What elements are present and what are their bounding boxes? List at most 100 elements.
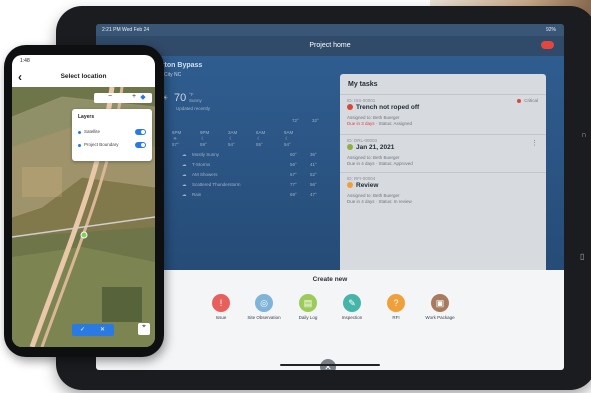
phone-title: Select location: [60, 73, 107, 80]
binoculars-icon: ◎: [255, 294, 273, 312]
satellite-map[interactable]: − + ◆ Layers Satellite Project Boundary …: [12, 86, 155, 347]
task-assignee: Assigned to: Beth Buerger: [347, 193, 400, 198]
create-work-package-button[interactable]: ▣ Work Package: [415, 294, 465, 320]
create-daily-log-button[interactable]: ▤ Daily Log: [283, 294, 333, 320]
back-icon[interactable]: ‹: [18, 67, 22, 87]
phone-status-time: 1:48: [20, 58, 30, 64]
headphone-icon: ∩: [581, 130, 587, 139]
home-indicator: [280, 364, 380, 366]
cloud-icon: ☁: [182, 182, 187, 187]
critical-badge: Critical: [517, 98, 538, 103]
forecast-label: Mostly Sunny: [192, 152, 220, 157]
temp-unit: °F: [189, 92, 194, 97]
forecast-lo: 52°: [310, 172, 317, 177]
battery-level: 92%: [545, 27, 556, 33]
project-boundary-toggle[interactable]: [135, 142, 146, 148]
task-title: Jan 21, 2021: [347, 144, 394, 151]
issue-icon: !: [212, 294, 230, 312]
option-label: Inspection: [341, 315, 363, 320]
status-time: 2:21 PM Wed Feb 24: [102, 27, 150, 33]
option-label: RFI: [392, 315, 400, 320]
cloud-icon: ☁: [182, 192, 187, 197]
tablet-status-bar: 2:21 PM Wed Feb 24 92%: [96, 24, 564, 36]
notification-badge[interactable]: [541, 41, 554, 49]
forecast-lo: 41°: [310, 162, 317, 167]
tablet-screen: 2:21 PM Wed Feb 24 92% Project home Exto…: [96, 24, 564, 370]
hi-temp: 72°: [292, 118, 299, 123]
lo-temp: 32°: [312, 118, 319, 123]
forecast-label: Rain: [192, 192, 202, 197]
app-header: Project home: [96, 36, 564, 56]
hour-label: 6PM: [172, 130, 182, 135]
layers-toggle-icon[interactable]: ◆: [136, 93, 150, 103]
more-options-icon[interactable]: ⋮: [531, 139, 538, 147]
forecast-lo: 36°: [310, 152, 317, 157]
create-rfi-button[interactable]: ? RFI: [371, 294, 421, 320]
task-assignee: Assigned to: Beth Buerger: [347, 115, 400, 120]
hour-temp: 59°: [200, 142, 207, 147]
weather-condition: Sunny: [189, 98, 202, 103]
hour-label: 9PM: [200, 130, 210, 135]
layers-title: Layers: [78, 114, 95, 120]
layer-row: Project Boundary: [78, 142, 119, 147]
inspection-icon: ✎: [343, 294, 361, 312]
forecast-label: Scattered Thunderstorm: [192, 182, 241, 187]
forecast-hi: 56°: [290, 162, 297, 167]
phone-header: ‹ Select location: [12, 67, 155, 87]
rfi-status-icon: [347, 182, 353, 188]
forecast-label: T-Storms: [192, 162, 211, 167]
satellite-toggle[interactable]: [135, 129, 146, 135]
task-due: Due in 4 days · Status: In review: [347, 199, 412, 204]
hour-label: 6AM: [256, 130, 266, 135]
task-title: Review: [347, 182, 378, 189]
forecast-lo: 56°: [310, 182, 317, 187]
weather-updated: Updated recently: [176, 106, 211, 111]
hour-temp: 54°: [228, 142, 235, 147]
task-id: ID: ISS-00001: [347, 98, 376, 103]
task-card[interactable]: ID: RFI-00004 Review Assigned to: Beth B…: [340, 172, 546, 213]
task-card[interactable]: ID: DRL-00003 Jan 21, 2021 Assigned to: …: [340, 134, 546, 173]
cloud-icon: ☁: [182, 172, 187, 177]
map-action-buttons: ✓ ✕: [72, 324, 114, 336]
forecast-hi: 60°: [290, 152, 297, 157]
hour-temp: 57°: [172, 142, 179, 147]
task-id: ID: RFI-00004: [347, 176, 376, 181]
locate-me-icon[interactable]: ⌖: [138, 323, 150, 335]
hour-temp: 54°: [284, 142, 291, 147]
layer-row: Satellite: [78, 129, 100, 134]
my-tasks-panel: My tasks ID: ISS-00001 Trench not roped …: [340, 74, 546, 274]
phone-status-bar: 1:48: [12, 55, 155, 67]
create-site-observation-button[interactable]: ◎ Site Observation: [239, 294, 289, 320]
option-label: Site Observation: [247, 315, 281, 320]
task-due: Due in 3 days · Status: Assigned: [347, 121, 413, 126]
cancel-button[interactable]: ✕: [100, 326, 105, 333]
page-title: Project home: [309, 42, 351, 49]
cloud-icon: ☁: [182, 152, 187, 157]
forecast-hi: 69°: [290, 192, 297, 197]
bullet-icon: [78, 144, 81, 147]
work-package-icon: ▣: [431, 294, 449, 312]
current-temp: 70: [174, 92, 187, 104]
rfi-icon: ?: [387, 294, 405, 312]
project-home-background: Exton Bypass Elm City NC ☀ 70 °F Sunny U…: [96, 56, 564, 292]
forecast-hi: 67°: [290, 172, 297, 177]
task-title: Trench not roped off: [347, 104, 419, 111]
phone-screen: 1:48 ‹ Select location − + ◆ Layers Sate…: [12, 55, 155, 347]
location-pin-icon: [80, 231, 88, 239]
zoom-out-button[interactable]: −: [108, 93, 112, 100]
forecast-hi: 77°: [290, 182, 297, 187]
bullet-icon: [78, 131, 81, 134]
tasks-heading: My tasks: [348, 81, 378, 88]
layers-panel: Layers Satellite Project Boundary: [72, 109, 152, 161]
create-inspection-button[interactable]: ✎ Inspection: [327, 294, 377, 320]
square-icon: ▯: [580, 252, 585, 261]
confirm-button[interactable]: ✓: [80, 326, 85, 333]
daily-forecast: ☁ Mostly Sunny 60° 36° ☁ T-Storms 56° 41…: [182, 152, 327, 212]
option-label: Work Package: [425, 315, 455, 320]
task-assignee: Assigned to: Beth Buerger: [347, 155, 400, 160]
forecast-label: AM Showers: [192, 172, 218, 177]
task-due: Due in 4 days · Status: Approved: [347, 161, 413, 166]
task-card[interactable]: ID: ISS-00001 Trench not roped off Assig…: [340, 94, 546, 135]
hour-label: 3AM: [228, 130, 238, 135]
option-label: Daily Log: [298, 315, 318, 320]
